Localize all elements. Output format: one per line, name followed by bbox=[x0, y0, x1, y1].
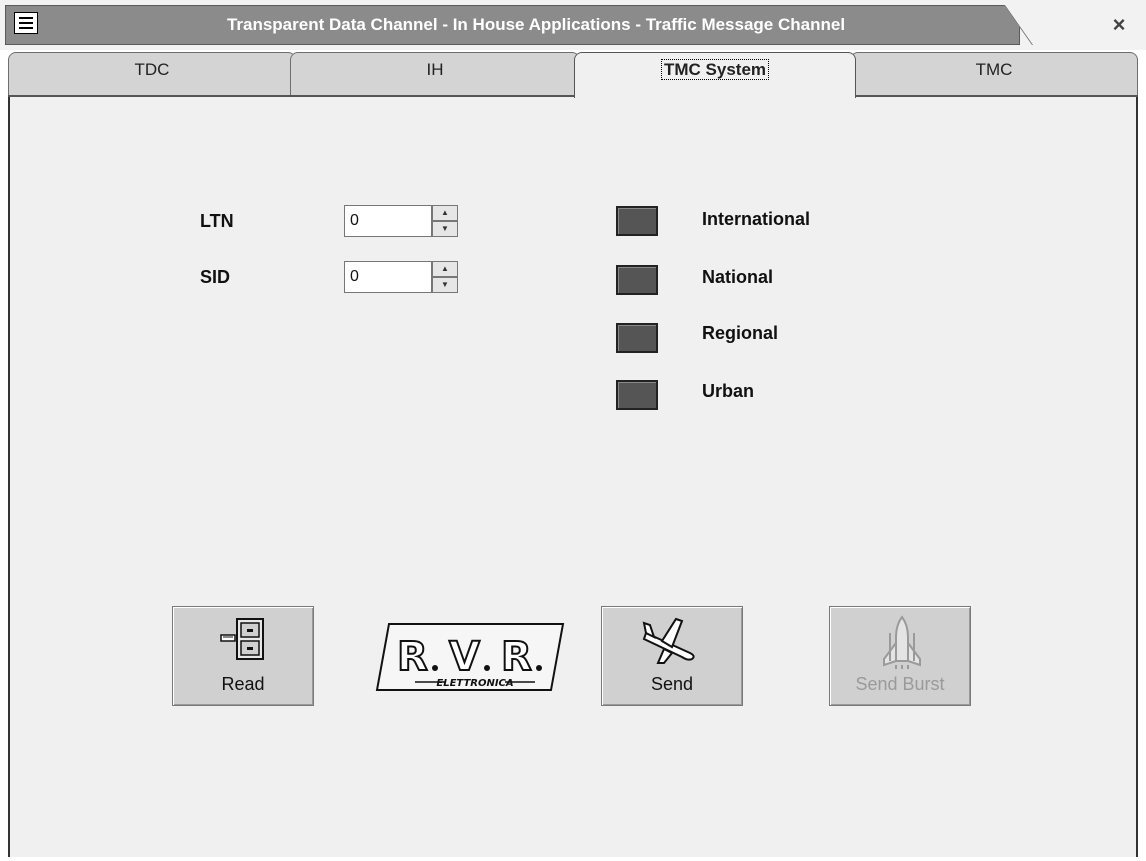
national-label: National bbox=[702, 267, 774, 287]
tab-label: TMC System bbox=[660, 59, 770, 80]
tab-label: TMC bbox=[975, 60, 1013, 79]
sid-label: SID bbox=[200, 267, 231, 287]
sid-increment-button[interactable]: ▲ bbox=[432, 261, 458, 277]
ltn-decrement-button[interactable]: ▼ bbox=[432, 221, 458, 237]
send-button[interactable]: Send bbox=[601, 606, 743, 706]
tab-panel: LTN 0 ▲ ▼ SID 0 ▲ ▼ International Nation… bbox=[8, 97, 1138, 857]
application-window: Transparent Data Channel - In House Appl… bbox=[0, 0, 1146, 861]
national-indicator bbox=[616, 265, 658, 295]
send-button-label: Send bbox=[650, 674, 694, 694]
read-button-label: Read bbox=[221, 674, 265, 694]
international-indicator bbox=[616, 206, 658, 236]
tab-label: TDC bbox=[134, 60, 170, 79]
logo-subtitle: ELETTRONICA bbox=[436, 678, 513, 689]
sid-input[interactable]: 0 bbox=[344, 261, 432, 293]
title-bar-fill: Transparent Data Channel - In House Appl… bbox=[5, 5, 1020, 45]
ltn-increment-button[interactable]: ▲ bbox=[432, 205, 458, 221]
tab-divider bbox=[8, 95, 1138, 97]
urban-label: Urban bbox=[702, 381, 755, 401]
svg-text:V: V bbox=[449, 634, 480, 680]
ltn-input[interactable]: 0 bbox=[344, 205, 432, 237]
airplane-icon bbox=[642, 617, 695, 664]
tab-strip: TDC IH TMC System TMC bbox=[8, 52, 1138, 98]
ltn-spinbox: 0 ▲ ▼ bbox=[344, 205, 460, 237]
international-label: International bbox=[702, 209, 811, 229]
svg-text:R: R bbox=[397, 634, 428, 680]
urban-indicator bbox=[616, 380, 658, 410]
close-button[interactable]: × bbox=[1104, 12, 1134, 38]
tab-ih[interactable]: IH bbox=[290, 52, 580, 96]
sid-spinbox: 0 ▲ ▼ bbox=[344, 261, 460, 293]
space-shuttle-icon bbox=[883, 615, 921, 669]
tab-tmc[interactable]: TMC bbox=[850, 52, 1138, 96]
sid-decrement-button[interactable]: ▼ bbox=[432, 277, 458, 293]
system-menu-icon[interactable] bbox=[14, 12, 38, 34]
ltn-label: LTN bbox=[200, 211, 234, 231]
read-button[interactable]: Read bbox=[172, 606, 314, 706]
window-title: Transparent Data Channel - In House Appl… bbox=[226, 15, 846, 34]
send-burst-button[interactable]: Send Burst bbox=[829, 606, 971, 706]
tab-tdc[interactable]: TDC bbox=[8, 52, 296, 96]
rvr-elettronica-logo: R V R ELETTRONICA bbox=[375, 623, 565, 691]
title-bar[interactable]: Transparent Data Channel - In House Appl… bbox=[0, 0, 1146, 50]
svg-text:R: R bbox=[501, 634, 532, 680]
file-cabinet-icon bbox=[220, 618, 264, 660]
regional-label: Regional bbox=[702, 323, 779, 343]
regional-indicator bbox=[616, 323, 658, 353]
tab-label: IH bbox=[426, 60, 444, 79]
send-burst-button-label: Send Burst bbox=[855, 674, 945, 694]
tab-tmc-system[interactable]: TMC System bbox=[574, 52, 856, 98]
